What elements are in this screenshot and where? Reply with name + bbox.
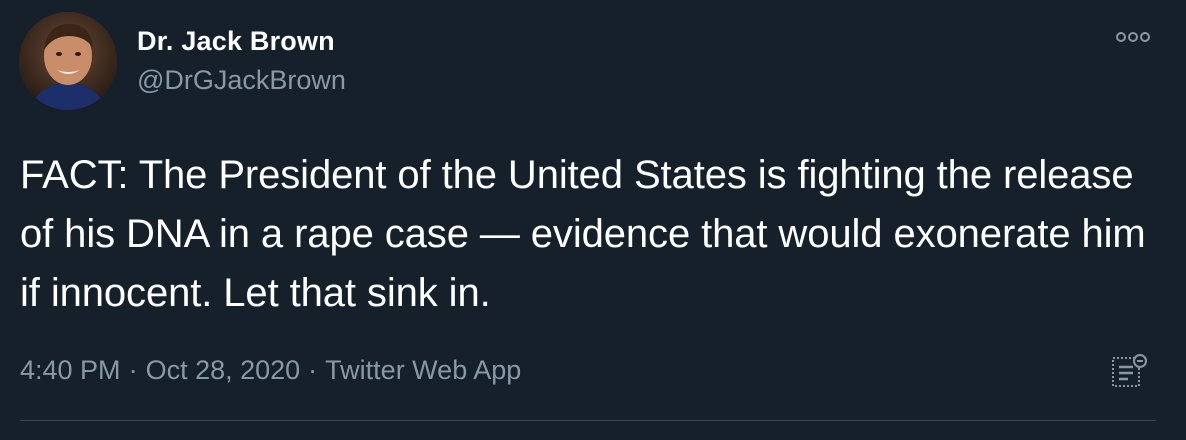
profile-photo-icon [19, 12, 117, 110]
display-name[interactable]: Dr. Jack Brown [137, 24, 346, 58]
more-options-button[interactable] [1114, 26, 1152, 48]
tweet-analytics-button[interactable] [1110, 352, 1150, 392]
separator: · [128, 355, 138, 385]
avatar[interactable] [19, 12, 117, 110]
tweet-time[interactable]: 4:40 PM [20, 355, 121, 385]
tweet-metadata: 4:40 PM · Oct 28, 2020 · Twitter Web App [20, 352, 521, 388]
tweet-text: FACT: The President of the United States… [20, 153, 1146, 315]
user-handle[interactable]: @DrGJackBrown [137, 63, 346, 97]
more-options-icon [1116, 32, 1150, 42]
tweet-date[interactable]: Oct 28, 2020 [146, 355, 301, 385]
separator: · [308, 355, 318, 385]
tweet-card: Dr. Jack Brown @DrGJackBrown FACT: The P… [0, 0, 1186, 440]
tweet-source[interactable]: Twitter Web App [325, 355, 521, 385]
author-info: Dr. Jack Brown @DrGJackBrown [137, 24, 346, 97]
divider [20, 420, 1156, 421]
tweet-analytics-icon [1112, 354, 1147, 387]
